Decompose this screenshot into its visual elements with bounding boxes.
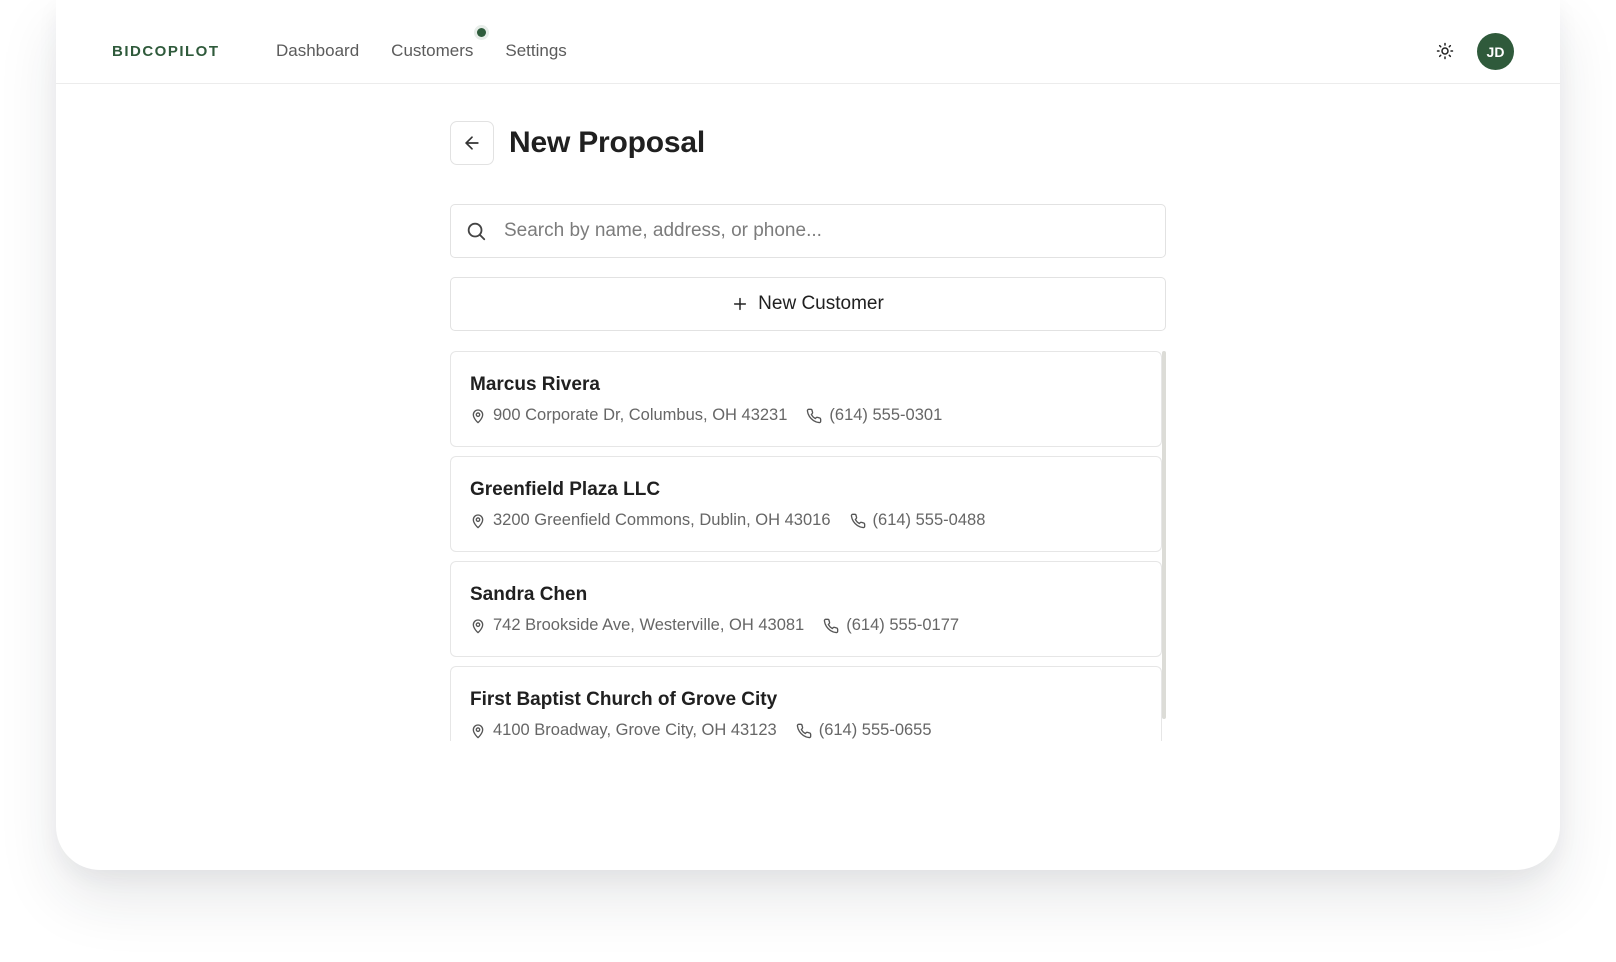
customer-name: First Baptist Church of Grove City — [470, 689, 778, 710]
nav-item-customers[interactable]: Customers — [391, 28, 487, 61]
search-icon — [465, 220, 487, 242]
page-title: New Proposal — [509, 126, 705, 159]
customer-address: 742 Brookside Ave, Westerville, OH 43081 — [493, 616, 805, 634]
new-customer-button[interactable]: New Customer — [450, 277, 1166, 331]
map-pin-icon — [470, 513, 486, 529]
new-customer-label: New Customer — [758, 293, 884, 314]
customer-address: 3200 Greenfield Commons, Dublin, OH 4301… — [493, 511, 831, 529]
back-button[interactable] — [450, 121, 494, 165]
customer-phone: (614) 555-0301 — [829, 406, 943, 424]
customer-address: 4100 Broadway, Grove City, OH 43123 — [493, 721, 777, 739]
user-avatar[interactable]: JD — [1477, 33, 1514, 70]
customer-card[interactable]: Greenfield Plaza LLC 3200 Greenfield Com… — [450, 456, 1162, 552]
avatar-initials: JD — [1486, 43, 1505, 60]
customer-card[interactable]: First Baptist Church of Grove City 4100 … — [450, 666, 1162, 741]
customer-address: 900 Corporate Dr, Columbus, OH 43231 — [493, 406, 788, 424]
sun-icon — [1436, 42, 1454, 60]
nav-item-settings[interactable]: Settings — [505, 41, 566, 61]
customer-phone: (614) 555-0655 — [818, 721, 932, 739]
phone-icon — [806, 408, 822, 424]
plus-icon — [734, 297, 747, 311]
page-header: New Proposal — [450, 120, 1166, 166]
search-box[interactable] — [450, 204, 1166, 258]
app-window: BIDCOPILOT Dashboard Customers Settings — [56, 0, 1560, 870]
phone-icon — [850, 513, 866, 529]
nav-item-label: Settings — [505, 41, 567, 60]
nav-item-label: Dashboard — [276, 41, 360, 60]
notification-dot — [477, 28, 487, 37]
customer-phone: (614) 555-0488 — [872, 511, 986, 529]
theme-toggle-button[interactable] — [1431, 37, 1459, 65]
phone-icon — [796, 723, 812, 739]
customer-name: Greenfield Plaza LLC — [470, 479, 661, 500]
main-content: New Proposal New Customer Marcus Rivera — [450, 120, 1166, 741]
arrow-left-icon — [465, 136, 479, 150]
customer-meta: 900 Corporate Dr, Columbus, OH 43231 (61… — [470, 406, 942, 425]
customer-meta: 742 Brookside Ave, Westerville, OH 43081… — [470, 616, 959, 635]
nav-item-label: Customers — [391, 41, 474, 60]
customer-card[interactable]: Marcus Rivera 900 Corporate Dr, Columbus… — [450, 351, 1162, 447]
customer-name: Sandra Chen — [470, 584, 588, 605]
phone-icon — [823, 618, 839, 634]
main-nav: Dashboard Customers Settings — [276, 28, 599, 61]
top-navigation-bar: BIDCOPILOT Dashboard Customers Settings — [56, 0, 1560, 84]
customer-name: Marcus Rivera — [470, 374, 600, 395]
customer-phone: (614) 555-0177 — [846, 616, 960, 634]
customer-list: Marcus Rivera 900 Corporate Dr, Columbus… — [450, 351, 1166, 741]
map-pin-icon — [470, 408, 486, 424]
map-pin-icon — [470, 618, 486, 634]
bidcopilot-logo[interactable]: BIDCOPILOT — [112, 39, 220, 63]
nav-item-dashboard[interactable]: Dashboard — [276, 41, 359, 61]
map-pin-icon — [470, 723, 486, 739]
search-input[interactable] — [502, 219, 1126, 243]
svg-text:BIDCOPILOT: BIDCOPILOT — [112, 43, 220, 60]
customer-meta: 3200 Greenfield Commons, Dublin, OH 4301… — [470, 511, 985, 530]
list-scrollbar[interactable] — [1162, 351, 1166, 719]
customer-card[interactable]: Sandra Chen 742 Brookside Ave, Westervil… — [450, 561, 1162, 657]
customer-meta: 4100 Broadway, Grove City, OH 43123 (614… — [470, 721, 932, 740]
